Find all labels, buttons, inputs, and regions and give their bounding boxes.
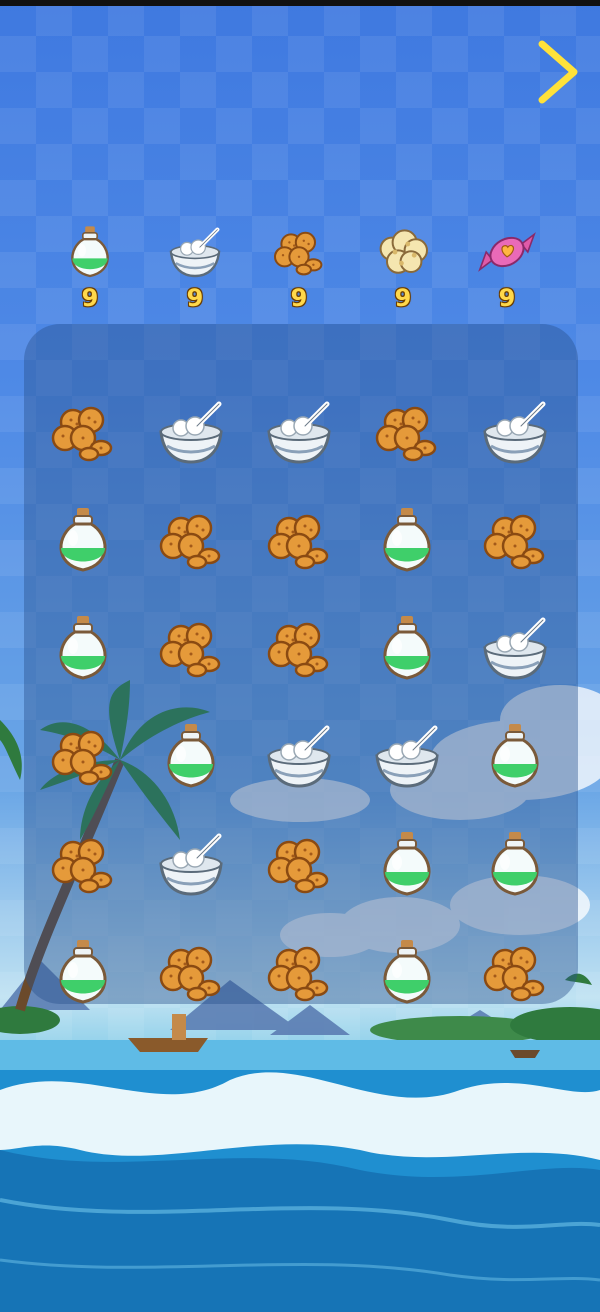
tile-green-potion[interactable]	[43, 608, 123, 688]
goal-count: 9	[186, 284, 204, 312]
green-potion-icon	[383, 508, 431, 572]
cookies-icon	[159, 946, 221, 1002]
goal-popcorn: 9	[363, 216, 443, 316]
tile-green-potion[interactable]	[475, 716, 555, 796]
cookies-icon	[267, 622, 329, 678]
cookies-icon	[274, 231, 323, 276]
tile-rice-bowl[interactable]	[151, 392, 231, 472]
cookies-icon	[51, 406, 113, 462]
tile-green-potion[interactable]	[475, 824, 555, 904]
green-potion-icon	[383, 832, 431, 896]
cookies-icon	[483, 946, 545, 1002]
goal-count: 9	[498, 284, 516, 312]
tile-green-potion[interactable]	[43, 500, 123, 580]
tile-rice-bowl[interactable]	[475, 392, 555, 472]
tile-green-potion[interactable]	[43, 932, 123, 1012]
tile-green-potion[interactable]	[367, 500, 447, 580]
tile-cookies[interactable]	[43, 716, 123, 796]
tile-rice-bowl[interactable]	[475, 608, 555, 688]
game-scene: 9 9 9 9 9	[0, 0, 600, 1312]
rice-bowl-icon	[159, 833, 223, 896]
green-potion-icon	[71, 226, 109, 278]
cookies-icon	[159, 622, 221, 678]
goal-cookies: 9	[259, 216, 339, 316]
tile-cookies[interactable]	[43, 392, 123, 472]
rice-bowl-icon	[169, 227, 221, 278]
tile-cookies[interactable]	[43, 824, 123, 904]
cookies-icon	[375, 406, 437, 462]
green-potion-icon	[491, 724, 539, 788]
tile-cookies[interactable]	[151, 608, 231, 688]
goal-rice-bowl: 9	[155, 216, 235, 316]
green-potion-icon	[167, 724, 215, 788]
goal-bar: 9 9 9 9 9	[0, 216, 600, 326]
cookies-icon	[267, 946, 329, 1002]
rice-bowl-icon	[483, 617, 547, 680]
tile-rice-bowl[interactable]	[367, 716, 447, 796]
tile-green-potion[interactable]	[367, 824, 447, 904]
tile-cookies[interactable]	[259, 500, 339, 580]
tile-cookies[interactable]	[367, 392, 447, 472]
tile-cookies[interactable]	[151, 500, 231, 580]
tile-green-potion[interactable]	[367, 932, 447, 1012]
cookies-icon	[51, 730, 113, 786]
goal-count: 9	[394, 284, 412, 312]
green-potion-icon	[59, 616, 107, 680]
green-potion-icon	[59, 940, 107, 1004]
goal-count: 9	[81, 284, 99, 312]
tile-rice-bowl[interactable]	[151, 824, 231, 904]
rice-bowl-icon	[159, 401, 223, 464]
popcorn-icon	[379, 229, 428, 274]
cookies-icon	[267, 838, 329, 894]
goal-green-potion: 9	[50, 216, 130, 316]
status-bar-strip	[0, 0, 600, 6]
goal-candy: 9	[467, 216, 547, 316]
tile-cookies[interactable]	[259, 932, 339, 1012]
cookies-icon	[159, 514, 221, 570]
green-potion-icon	[383, 616, 431, 680]
green-potion-icon	[59, 508, 107, 572]
tile-rice-bowl[interactable]	[259, 392, 339, 472]
tile-rice-bowl[interactable]	[259, 716, 339, 796]
rice-bowl-icon	[267, 401, 331, 464]
green-potion-icon	[383, 940, 431, 1004]
green-potion-icon	[491, 832, 539, 896]
cookies-icon	[483, 514, 545, 570]
cookies-icon	[51, 838, 113, 894]
chevron-right-icon	[538, 40, 578, 104]
tile-cookies[interactable]	[151, 932, 231, 1012]
tile-cookies[interactable]	[475, 500, 555, 580]
goal-count: 9	[290, 284, 308, 312]
tile-green-potion[interactable]	[151, 716, 231, 796]
tile-cookies[interactable]	[475, 932, 555, 1012]
tile-cookies[interactable]	[259, 824, 339, 904]
rice-bowl-icon	[483, 401, 547, 464]
tile-green-potion[interactable]	[367, 608, 447, 688]
rice-bowl-icon	[375, 725, 439, 788]
rice-bowl-icon	[267, 725, 331, 788]
tile-cookies[interactable]	[259, 608, 339, 688]
cookies-icon	[267, 514, 329, 570]
next-button[interactable]	[528, 36, 588, 108]
candy-icon	[478, 232, 536, 272]
